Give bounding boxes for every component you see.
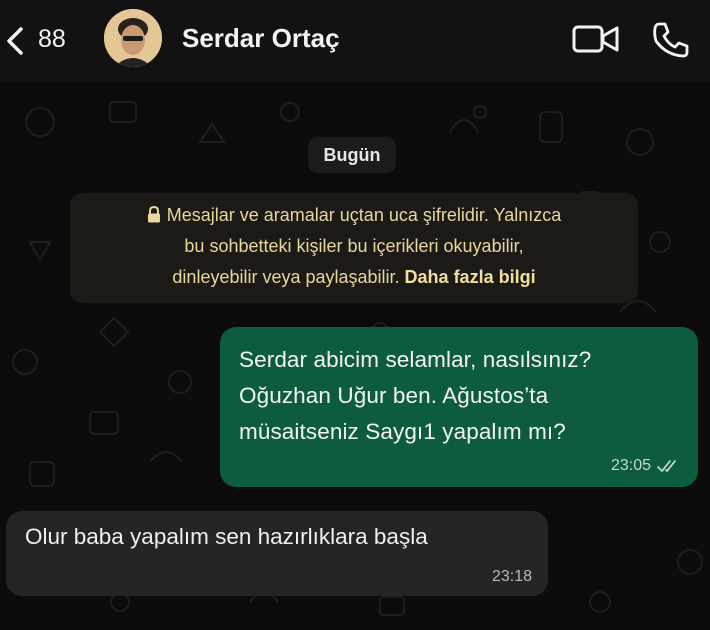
message-text: Serdar abicim selamlar, nasılsınız? Oğuz… — [239, 342, 680, 450]
back-button[interactable]: 88 — [0, 14, 95, 66]
lock-icon — [147, 206, 160, 223]
avatar[interactable] — [104, 9, 162, 67]
encryption-line-3: dinleyebilir veya paylaşabilir. — [172, 267, 405, 287]
message-text: Olur baba yapalım sen hazırlıklara başla — [25, 524, 428, 549]
video-camera-icon — [572, 25, 619, 53]
learn-more-link[interactable]: Daha fazla bilgi — [405, 267, 536, 287]
message-line: Serdar abicim selamlar, nasılsınız? — [239, 347, 592, 372]
outgoing-message[interactable]: Serdar abicim selamlar, nasılsınız? Oğuz… — [220, 327, 698, 487]
chevron-left-icon — [7, 27, 23, 55]
chat-area[interactable]: Bugün Mesajlar ve aramalar uçtan uca şif… — [0, 82, 710, 630]
encryption-line-2: bu sohbetteki kişiler bu içerikleri okuy… — [184, 236, 524, 256]
video-call-button[interactable] — [572, 22, 620, 56]
encryption-notice[interactable]: Mesajlar ve aramalar uçtan uca şifrelidi… — [70, 193, 638, 303]
message-time: 23:05 — [610, 457, 651, 474]
voice-call-button[interactable] — [650, 20, 690, 60]
date-separator: Bugün — [308, 137, 396, 173]
chat-header: 88 Serdar Ortaç — [0, 0, 710, 82]
message-time: 23:18 — [491, 568, 532, 585]
message-line: Oğuzhan Uğur ben. Ağustos’ta — [239, 383, 549, 408]
contact-name[interactable]: Serdar Ortaç — [182, 23, 340, 54]
unread-count: 88 — [38, 25, 66, 53]
incoming-message[interactable]: Olur baba yapalım sen hazırlıklara başla… — [6, 511, 548, 596]
phone-icon — [653, 22, 689, 58]
message-meta: 23:05 — [611, 457, 682, 475]
message-line: müsaitseniz Saygı1 yapalım mı? — [239, 419, 566, 444]
double-check-icon — [657, 460, 676, 473]
encryption-line-1: Mesajlar ve aramalar uçtan uca şifrelidi… — [166, 205, 562, 225]
